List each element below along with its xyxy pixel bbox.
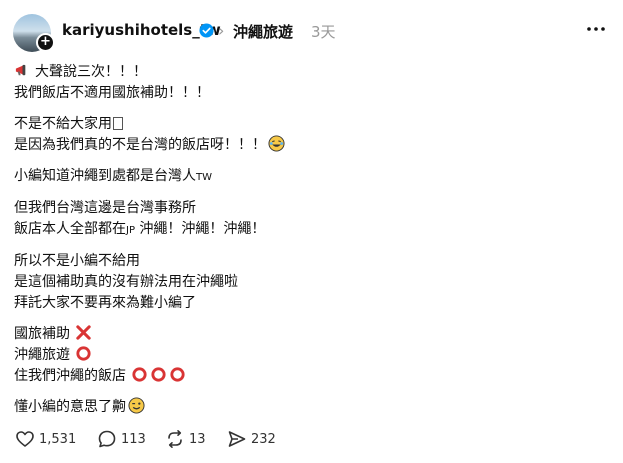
circle-mark-icon <box>151 367 166 382</box>
paragraph: 懂小編的意思了齁 <box>14 397 604 418</box>
paragraph: 不是不給大家用 是因為我們真的不是台灣的飯店呀！！！ <box>14 114 604 156</box>
text-line: 拜託大家不要再來為難小編了 <box>14 295 196 311</box>
paragraph: 國旅補助 沖繩旅遊 住我們沖繩的飯店 <box>14 324 604 387</box>
repost-icon <box>168 430 182 448</box>
post-body: 大聲說三次！！！ 我們飯店不適用國旅補助！！！ 不是不給大家用 是因為我們真的不… <box>14 62 604 428</box>
like-count: 1,531 <box>39 431 77 447</box>
text-line: 大聲說三次！！！ <box>14 62 604 83</box>
like-button[interactable]: 1,531 <box>15 428 76 450</box>
heart-icon <box>16 431 34 447</box>
text-line: 飯店本人全部都在JP 沖繩！沖繩！沖繩！ <box>14 221 266 237</box>
topic-tag[interactable]: 沖繩旅遊 <box>233 21 293 42</box>
post-actions: 1,531 113 13 232 <box>15 428 315 450</box>
paragraph: 大聲說三次！！！ 我們飯店不適用國旅補助！！！ <box>14 62 604 104</box>
repost-count: 13 <box>189 431 206 447</box>
text-line: 所以不是小編不給用 <box>14 253 140 269</box>
text-line: 懂小編的意思了齁 <box>14 397 604 418</box>
flag-tw-icon: TW <box>196 172 212 183</box>
text-line: 是因為我們真的不是台灣的飯店呀！！！ <box>14 135 604 156</box>
text-line: 小編知道沖繩到處都是台灣人TW <box>14 168 212 184</box>
chevron-right-icon: › <box>218 21 225 40</box>
post-header: + kariyushihotels_tw › 沖繩旅遊 3天 <box>13 14 610 54</box>
text-line: 不是不給大家用 <box>14 114 604 135</box>
paragraph: 但我們台灣這邊是台灣事務所 飯店本人全部都在JP 沖繩！沖繩！沖繩！ <box>14 198 604 241</box>
comment-button[interactable]: 113 <box>97 428 146 450</box>
text-line: 是這個補助真的沒有辦法用在沖繩啦 <box>14 274 238 290</box>
winking-emoji-icon <box>128 397 145 414</box>
paragraph: 小編知道沖繩到處都是台灣人TW <box>14 166 604 188</box>
timestamp: 3天 <box>311 23 336 41</box>
megaphone-icon <box>15 64 26 76</box>
verified-badge-icon <box>199 23 214 38</box>
circle-mark-icon <box>170 367 185 382</box>
flag-jp-icon: JP <box>126 225 135 236</box>
paragraph: 所以不是小編不給用 是這個補助真的沒有辦法用在沖繩啦 拜託大家不要再來為難小編了 <box>14 251 604 314</box>
share-count: 232 <box>251 431 276 447</box>
more-options-icon[interactable] <box>586 24 606 34</box>
text-line: 但我們台灣這邊是台灣事務所 <box>14 200 196 216</box>
text-line: 住我們沖繩的飯店 <box>14 366 604 387</box>
circle-mark-icon <box>76 346 91 361</box>
laughing-emoji-icon <box>268 135 285 152</box>
missing-glyph-icon <box>113 117 123 130</box>
comment-icon <box>98 430 116 448</box>
follow-plus-icon[interactable]: + <box>36 33 55 52</box>
text-line: 國旅補助 <box>14 324 604 345</box>
cross-mark-icon <box>76 325 91 340</box>
username[interactable]: kariyushihotels_tw <box>62 21 221 39</box>
repost-button[interactable]: 13 <box>165 428 206 450</box>
text-line: 沖繩旅遊 <box>14 345 604 366</box>
text-line: 我們飯店不適用國旅補助！！！ <box>14 85 210 101</box>
comment-count: 113 <box>121 431 146 447</box>
share-button[interactable]: 232 <box>227 428 276 450</box>
send-icon <box>228 431 246 447</box>
circle-mark-icon <box>132 367 147 382</box>
